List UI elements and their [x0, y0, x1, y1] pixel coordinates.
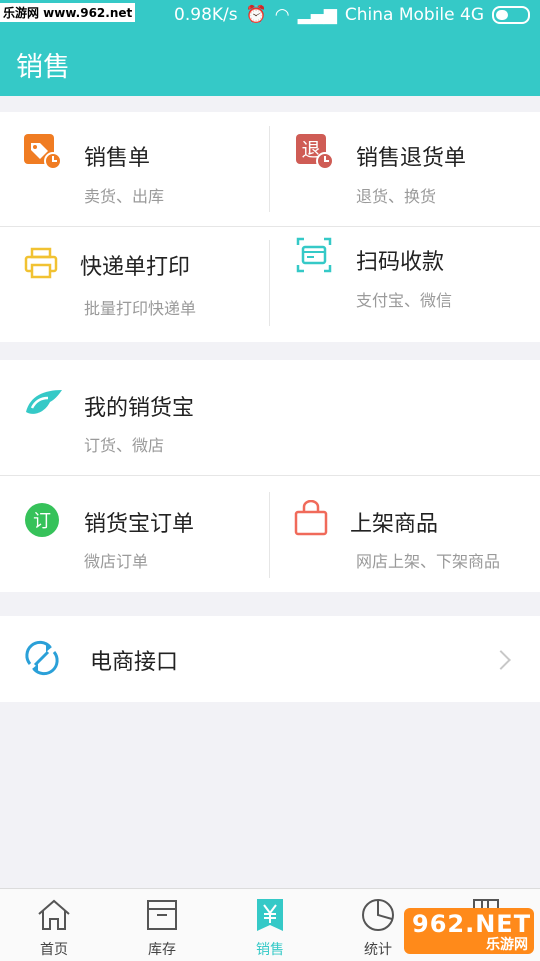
watermark-label: 乐游网 www.962.net: [0, 3, 136, 22]
item-subtitle: 批量打印快递单: [84, 299, 197, 318]
bird-icon: [24, 388, 64, 420]
item-label: 销售退货单: [356, 146, 467, 171]
status-bar: 乐游网 www.962.net 0.98K/s ⏰ ◠ ▂▄▆ China Mo…: [0, 0, 540, 30]
sales-card: 销售单 卖货、出库 退 销售退货单 退货、换货 快递单打印 批量打印快递单 扫码…: [0, 112, 540, 342]
tab-label: 首页: [40, 942, 68, 958]
sales-order-button[interactable]: 销售单 卖货、出库: [0, 112, 269, 226]
yen-icon: [257, 899, 283, 931]
item-subtitle: 卖货、出库: [84, 187, 165, 206]
scan-payment-button[interactable]: 扫码收款 支付宝、微信: [270, 227, 540, 342]
app-bar: 销售: [0, 30, 540, 96]
item-label: 电商接口: [90, 650, 179, 675]
tab-sales[interactable]: 销售: [216, 889, 324, 961]
shopping-bag-icon: [294, 499, 328, 540]
signal-icon: ▂▄▆: [297, 5, 337, 25]
alarm-icon: ⏰: [245, 5, 267, 25]
item-subtitle: 退货、换货: [356, 187, 437, 206]
order-icon: 订: [24, 502, 60, 542]
ecommerce-interface-button[interactable]: 电商接口: [0, 616, 540, 702]
return-icon: 退: [296, 134, 334, 174]
item-label: 快递单打印: [80, 255, 191, 280]
store-orders-button[interactable]: 订 销货宝订单 微店订单: [0, 476, 269, 592]
home-icon: [38, 899, 70, 930]
express-print-button[interactable]: 快递单打印 批量打印快递单: [0, 227, 269, 342]
battery-icon: [492, 6, 530, 24]
list-products-button[interactable]: 上架商品 网店上架、下架商品: [270, 476, 540, 592]
item-label: 扫码收款: [356, 250, 445, 275]
status-icons: 0.98K/s ⏰ ◠ ▂▄▆ China Mobile 4G: [174, 5, 530, 25]
item-subtitle: 支付宝、微信: [356, 291, 453, 310]
card-scan-icon: [296, 237, 332, 277]
my-store-button[interactable]: 我的销货宝 订货、微店: [0, 360, 540, 475]
tab-label: 库存: [148, 942, 176, 958]
box-icon: [147, 900, 177, 930]
tab-inventory[interactable]: 库存: [108, 889, 216, 961]
watermark-logo: 962.NET 乐游网: [404, 908, 534, 954]
svg-text:订: 订: [33, 511, 51, 532]
tab-label: 销售: [256, 942, 284, 958]
shop-card: 我的销货宝 订货、微店 订 销货宝订单 微店订单 上架商品 网店上架、下架商品: [0, 360, 540, 592]
item-label: 上架商品: [350, 512, 439, 537]
sync-icon: [24, 640, 60, 680]
wifi-icon: ◠: [274, 5, 290, 25]
watermark-text: 乐游网: [486, 937, 528, 953]
network-speed: 0.98K/s: [174, 5, 238, 25]
chevron-right-icon: [491, 650, 511, 670]
item-subtitle: 订货、微店: [84, 436, 165, 455]
item-label: 销货宝订单: [84, 512, 195, 537]
pie-chart-icon: [362, 899, 394, 931]
page-title: 销售: [16, 52, 70, 83]
tab-home[interactable]: 首页: [0, 889, 108, 961]
printer-icon: [24, 247, 58, 283]
carrier-label: China Mobile 4G: [344, 5, 484, 25]
sales-return-button[interactable]: 退 销售退货单 退货、换货: [270, 112, 540, 226]
item-label: 销售单: [84, 146, 151, 171]
item-subtitle: 网店上架、下架商品: [356, 552, 501, 571]
item-subtitle: 微店订单: [84, 552, 149, 571]
price-tag-icon: [24, 134, 62, 174]
item-label: 我的销货宝: [84, 396, 195, 421]
ecommerce-card: 电商接口: [0, 616, 540, 702]
